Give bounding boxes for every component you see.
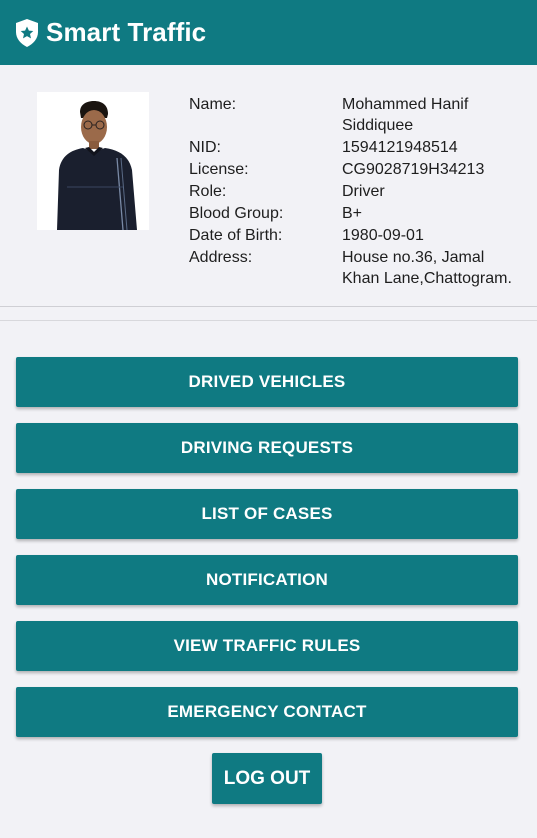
app-bar: Smart Traffic bbox=[0, 0, 537, 65]
dob-label: Date of Birth: bbox=[189, 227, 283, 244]
avatar bbox=[37, 92, 149, 230]
role-label: Role: bbox=[189, 183, 227, 200]
license-label: License: bbox=[189, 161, 249, 178]
license-value: CG9028719H34213 bbox=[342, 161, 485, 178]
address-label: Address: bbox=[189, 249, 253, 266]
emergency-contact-button[interactable]: EMERGENCY CONTACT bbox=[16, 687, 518, 737]
driving-requests-button[interactable]: DRIVING REQUESTS bbox=[16, 423, 518, 473]
app-title: Smart Traffic bbox=[46, 17, 207, 47]
profile-info: Name: Mohammed Hanif Siddiquee NID: 1594… bbox=[189, 94, 529, 290]
blood-group-label: Blood Group: bbox=[189, 205, 284, 222]
blood-group-row: Blood Group: B+ bbox=[189, 203, 529, 224]
nid-row: NID: 1594121948514 bbox=[189, 137, 529, 158]
logout-button[interactable]: LOG OUT bbox=[212, 753, 322, 804]
dob-row: Date of Birth: 1980-09-01 bbox=[189, 225, 529, 246]
list-of-cases-button[interactable]: LIST OF CASES bbox=[16, 489, 518, 539]
view-traffic-rules-button[interactable]: VIEW TRAFFIC RULES bbox=[16, 621, 518, 671]
blood-group-value: B+ bbox=[342, 205, 363, 222]
address-row: Address: House no.36, Jamal Khan Lane,Ch… bbox=[189, 247, 529, 289]
name-row: Name: Mohammed Hanif Siddiquee bbox=[189, 94, 529, 136]
name-value: Mohammed Hanif Siddiquee bbox=[342, 96, 469, 134]
role-value: Driver bbox=[342, 183, 385, 200]
license-row: License: CG9028719H34213 bbox=[189, 159, 529, 180]
nid-label: NID: bbox=[189, 139, 221, 156]
profile-card: Name: Mohammed Hanif Siddiquee NID: 1594… bbox=[0, 65, 537, 307]
shield-star-icon bbox=[14, 17, 42, 49]
dob-value: 1980-09-01 bbox=[342, 227, 424, 244]
driven-vehicles-button[interactable]: DRIVED VEHICLES bbox=[16, 357, 518, 407]
name-label: Name: bbox=[189, 96, 237, 113]
role-row: Role: Driver bbox=[189, 181, 529, 202]
notification-button[interactable]: NOTIFICATION bbox=[16, 555, 518, 605]
nid-value: 1594121948514 bbox=[342, 139, 458, 156]
divider bbox=[0, 306, 537, 307]
address-value: House no.36, Jamal Khan Lane,Chattogram. bbox=[342, 249, 512, 287]
divider bbox=[0, 320, 537, 321]
